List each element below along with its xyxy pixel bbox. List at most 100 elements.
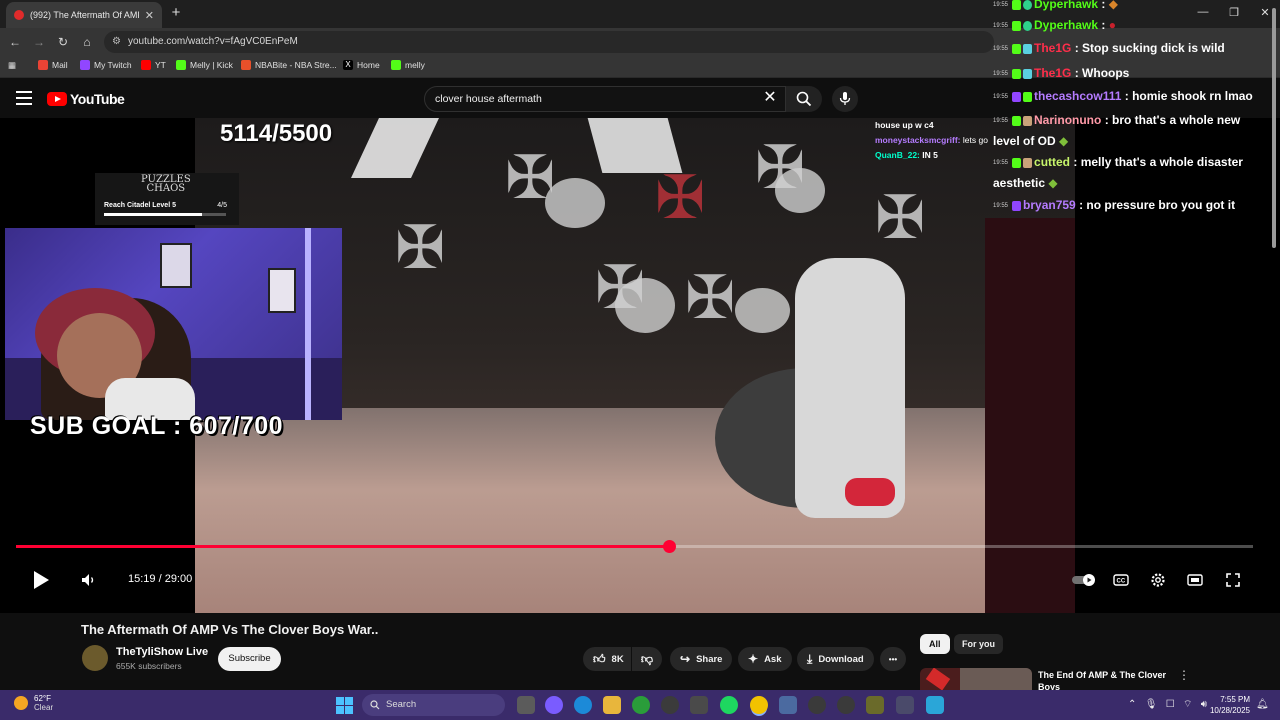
recommendation-more-icon[interactable]: ⋮ <box>1178 668 1190 682</box>
bookmark-nbabite[interactable]: NBABite - NBA Stre... <box>241 60 337 70</box>
settings-icon[interactable] <box>896 696 914 714</box>
recommendation-thumbnail[interactable] <box>920 668 1032 690</box>
app-icon[interactable] <box>926 696 944 714</box>
bookmark-yt[interactable]: YT <box>141 60 166 70</box>
voice-search-button[interactable] <box>832 86 858 112</box>
photos-icon[interactable] <box>779 696 797 714</box>
red-shoe <box>845 478 895 506</box>
puzzle-goal-count: 4/5 <box>217 202 227 209</box>
autoplay-toggle[interactable] <box>1072 565 1096 595</box>
spotify-icon[interactable] <box>720 696 738 714</box>
dislike-button[interactable]: 👎︎ <box>632 647 662 671</box>
chip-all[interactable]: All <box>920 634 950 654</box>
twitch-badge-icon <box>1012 200 1022 211</box>
system-tray[interactable]: ⌃ 🎙︎ ☐ ⌔ 🔊︎ <box>1128 698 1207 711</box>
emote-icon: ◆ <box>1059 133 1069 148</box>
file-explorer-icon[interactable] <box>603 696 621 714</box>
xbox-icon[interactable] <box>632 696 650 714</box>
task-view-icon[interactable] <box>517 696 535 714</box>
page-scrollbar[interactable] <box>1271 0 1277 250</box>
forward-icon[interactable]: → <box>30 33 48 51</box>
thumbnail-scene <box>960 668 1032 690</box>
url-text: youtube.com/watch?v=fAgVC0EnPeM <box>128 36 298 47</box>
chip-for-you[interactable]: For you <box>954 634 1003 654</box>
kick-badge-icon <box>1012 20 1022 31</box>
windows-start-icon[interactable] <box>336 697 353 714</box>
search-input[interactable]: clover house aftermath <box>424 86 786 112</box>
settings-button[interactable] <box>1147 565 1169 595</box>
subscribe-button[interactable]: Subscribe <box>218 647 281 671</box>
app-icon[interactable] <box>837 696 855 714</box>
download-button[interactable]: ⤓ Download <box>797 647 874 671</box>
puzzle-progress-bar <box>104 213 226 216</box>
thumbs-up-icon: 👍︎ <box>593 651 606 666</box>
system-clock[interactable]: 7:55 PM 10/28/2025 <box>1210 694 1250 716</box>
weather-widget[interactable]: 62°F Clear <box>14 694 53 712</box>
youtube-icon <box>141 60 151 70</box>
cross-decal-icon: ✠ <box>875 184 926 251</box>
apps-icon[interactable]: ▦ <box>8 60 16 71</box>
emote-icon: ◆ <box>1048 175 1058 190</box>
store-icon[interactable] <box>690 696 708 714</box>
app-icon[interactable] <box>661 696 679 714</box>
download-icon: ⤓ <box>807 651 813 666</box>
chat-message: 19:55 thecashcow111 : homie shook rn lmao <box>993 89 1253 103</box>
channel-name[interactable]: TheTyliShow Live <box>116 646 208 658</box>
poster <box>160 243 192 288</box>
bookmark-melly[interactable]: melly <box>391 60 425 70</box>
back-icon[interactable]: ← <box>6 33 24 51</box>
copilot-icon[interactable] <box>545 696 563 714</box>
home-icon[interactable]: ⌂ <box>78 33 96 51</box>
captions-button[interactable]: CC <box>1110 565 1132 595</box>
puzzle-goal-text: Reach Citadel Level 5 <box>104 202 176 209</box>
scrubber-handle[interactable] <box>662 540 676 553</box>
weather-icon <box>14 696 28 710</box>
app-icon[interactable] <box>866 696 884 714</box>
bookmark-melly-kick[interactable]: Melly | Kick <box>176 60 233 70</box>
streamer-webcam <box>5 228 342 420</box>
tab-close-icon[interactable]: ✕ <box>145 9 154 22</box>
notification-bell-icon[interactable]: 🔔︎ <box>1256 699 1269 710</box>
youtube-logo[interactable]: YouTube <box>47 91 125 107</box>
chrome-icon[interactable] <box>750 696 768 714</box>
kick-icon <box>176 60 186 70</box>
player-controls: 15:19 / 29:00 CC <box>0 565 1280 595</box>
bookmark-home[interactable]: X Home <box>343 60 380 70</box>
twitch-icon <box>80 60 90 70</box>
red-jacket <box>985 218 1075 613</box>
kick-badge-icon <box>1012 43 1022 54</box>
share-button[interactable]: ↪ Share <box>670 647 733 671</box>
new-tab-button[interactable]: + <box>168 4 184 22</box>
channel-avatar[interactable] <box>82 645 108 671</box>
chat-message: 19:55 cutted : melly that's a whole disas… <box>993 155 1243 190</box>
bookmark-my-twitch[interactable]: My Twitch <box>80 60 132 70</box>
sub-badge-icon <box>1023 157 1033 168</box>
address-bar[interactable]: ⚙ youtube.com/watch?v=fAgVC0EnPeM <box>104 31 994 53</box>
share-icon: ↪ <box>680 652 691 666</box>
volume-button[interactable] <box>78 565 100 595</box>
search-button[interactable] <box>786 86 822 112</box>
play-icon <box>34 571 49 589</box>
recommendation-title[interactable]: The End Of AMP & The Clover Boys <box>1038 669 1168 690</box>
flower-decal <box>775 168 825 213</box>
media-icon[interactable] <box>808 696 826 714</box>
browser-tab[interactable]: (992) The Aftermath Of AMP Vs ✕ <box>6 2 162 28</box>
edge-icon[interactable] <box>574 696 592 714</box>
play-button[interactable] <box>28 565 54 595</box>
theater-mode-button[interactable] <box>1184 565 1206 595</box>
kick-badge-icon <box>1012 157 1022 168</box>
ask-button[interactable]: ✦ Ask <box>738 647 792 671</box>
reload-icon[interactable]: ↻ <box>54 33 72 51</box>
clear-search-icon[interactable]: ✕ <box>760 88 780 108</box>
flower-decal <box>615 278 675 333</box>
taskbar-search[interactable]: Search <box>362 694 505 716</box>
video-progress-bar[interactable] <box>16 540 1253 553</box>
sub-goal-overlay: SUB GOAL : 607/700 <box>30 412 284 440</box>
emote-icon: ◆ <box>1108 0 1118 11</box>
bookmark-mail[interactable]: Mail <box>38 60 68 70</box>
site-info-icon[interactable]: ⚙ <box>112 31 121 53</box>
like-button[interactable]: 👍︎ 8K <box>583 647 631 671</box>
more-actions-button[interactable]: ••• <box>880 647 906 671</box>
fullscreen-button[interactable] <box>1222 565 1244 595</box>
menu-icon[interactable] <box>16 91 32 105</box>
